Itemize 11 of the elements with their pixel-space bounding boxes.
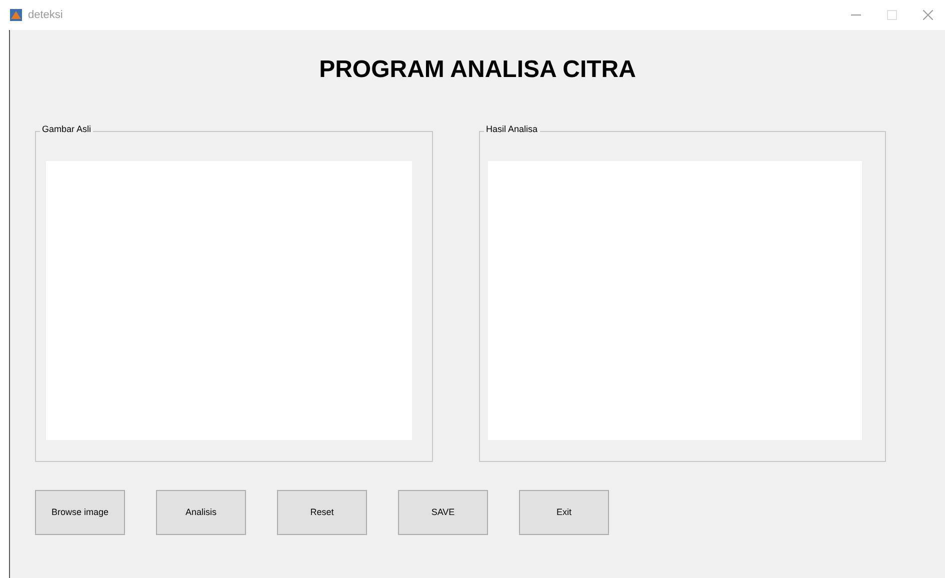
panel-title: Gambar Asli [40, 125, 94, 134]
app-icon [10, 9, 22, 21]
action-button[interactable]: SAVE [398, 490, 488, 535]
panel-title: Hasil Analisa [484, 125, 540, 134]
action-button[interactable]: Browse image [35, 490, 125, 535]
action-button[interactable]: Exit [519, 490, 609, 535]
page-heading: PROGRAM ANALISA CITRA [319, 55, 636, 85]
window-title: deteksi [28, 8, 63, 23]
action-button[interactable]: Analisis [156, 490, 246, 535]
action-button[interactable]: Reset [277, 490, 367, 535]
close-icon[interactable] [923, 10, 933, 20]
